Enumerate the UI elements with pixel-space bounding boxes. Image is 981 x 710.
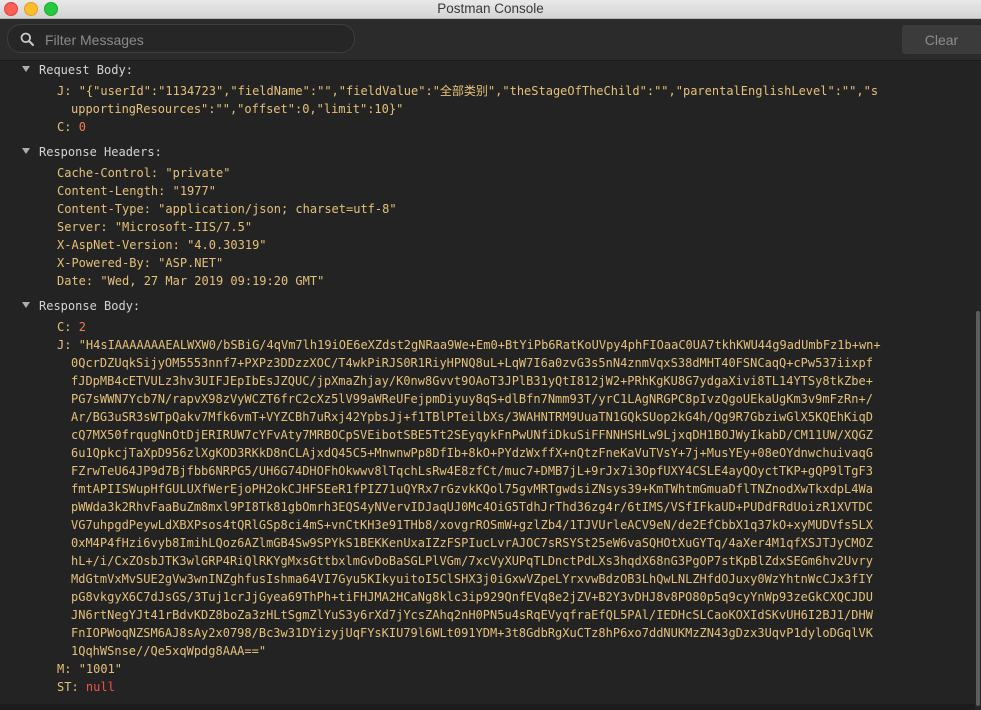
response-body-json-line: hL+/i/CxZOsbJTK3wlGRP4RiQlRKYgMxsGttbxlm…	[71, 554, 873, 568]
request-body-json-line1: "{"userId":"1134723","fieldName":"","fie…	[78, 84, 879, 98]
header-value: "Wed, 27 Mar 2019 09:19:20 GMT"	[100, 274, 325, 288]
console-toolbar: Clear	[0, 19, 981, 61]
response-body-json-line: cQ7MX50frqugNnOtDjERIRUW7cYFvAty7MRBOCpS…	[71, 428, 873, 442]
vertical-scrollbar[interactable]	[975, 61, 981, 710]
header-value: "Microsoft-IIS/7.5"	[114, 220, 253, 234]
header-row: Content-Length: "1977"	[57, 182, 216, 200]
window-title: Postman Console	[437, 1, 544, 16]
st-key: ST:	[57, 680, 79, 694]
collapse-toggle-icon[interactable]	[22, 148, 30, 154]
response-body-json-line: 0xM4P4fHzi6vyb8ImihLQoz6AZlmGB4Sw9SPYkS1…	[71, 536, 873, 550]
header-row: Server: "Microsoft-IIS/7.5"	[57, 218, 252, 236]
header-key: Date:	[57, 274, 94, 288]
request-body-json-line2: upportingResources":"","offset":0,"limit…	[71, 102, 404, 116]
next-message-edge	[0, 704, 975, 710]
header-value: "private"	[165, 166, 231, 180]
response-body-json-line: fmtAPIISWupHfGULUXfWerEjoPH2okCJHFSEeR1f…	[71, 482, 873, 496]
header-key: Server:	[57, 220, 108, 234]
header-row: Date: "Wed, 27 Mar 2019 09:19:20 GMT"	[57, 272, 324, 290]
collapse-toggle-icon[interactable]	[22, 302, 30, 308]
header-key: Content-Type:	[57, 202, 151, 216]
m-value: "1001"	[78, 662, 123, 676]
response-body-c-row: C: 2	[57, 318, 86, 336]
response-body-json-line: 1QqhWSnse//Qe5xqWpdg8AAA=="	[71, 644, 267, 658]
response-body-json-line: "H4sIAAAAAAAEALWXW0/bSBiG/4qVm7lh19iOE6e…	[78, 338, 881, 352]
request-body-section: Request Body: J: "{"userId":"1134723","f…	[0, 61, 975, 141]
request-body-c-row: C: 0	[57, 118, 86, 136]
header-row: X-AspNet-Version: "4.0.30319"	[57, 236, 267, 254]
c-value: 2	[78, 320, 86, 334]
response-body-json-line: VG7uhpgdPeywLdXBXPsos4tQRlGSp8ci4mS+vnCt…	[71, 518, 873, 532]
response-body-json-line: 0QcrDZUqkSijyOM5553nnf7+PXPz3DDzzXOC/T4w…	[71, 356, 873, 370]
c-key: C:	[57, 120, 72, 134]
c-key: C:	[57, 320, 72, 334]
request-body-json-row: J: "{"userId":"1134723","fieldName":"","…	[57, 82, 878, 100]
scrollbar-thumb[interactable]	[976, 311, 980, 706]
header-value: "4.0.30319"	[187, 238, 267, 252]
response-body-json-line: fJDpMB4cETVULz3hv3UIFJEpIbEsJZQUC/jpXmaZ…	[71, 374, 873, 388]
c-value: 0	[78, 120, 86, 134]
console-log[interactable]: Request Body: J: "{"userId":"1134723","f…	[0, 61, 975, 710]
collapse-toggle-icon[interactable]	[22, 66, 30, 72]
filter-messages-box[interactable]	[7, 24, 355, 53]
header-key: X-Powered-By:	[57, 256, 151, 270]
response-body-json-line: 6u1QpkcjTaXpD956zlXgKOD3RKkD8nCLAjxdQ45C…	[71, 446, 873, 460]
header-value: "1977"	[172, 184, 216, 198]
json-key: J:	[57, 338, 72, 352]
response-body-json-line: pG8vkgyX6C7dJsGS/3Tuj1crJjGyea69ThPh+tiF…	[71, 590, 873, 604]
response-body-json-line: PG7sWWN7Ycb7N/rapvX98zVyWCZT6frC2cXz5lV9…	[71, 392, 873, 406]
response-body-m-row: M: "1001"	[57, 660, 122, 678]
search-icon	[20, 32, 34, 46]
response-headers-header[interactable]: Response Headers:	[39, 143, 162, 161]
close-window-button[interactable]	[4, 2, 18, 16]
header-value: "application/json; charset=utf-8"	[158, 202, 397, 216]
minimize-window-button[interactable]	[24, 2, 38, 16]
request-body-header[interactable]: Request Body:	[39, 61, 133, 79]
json-key: J:	[57, 84, 72, 98]
response-body-json-row: J: "H4sIAAAAAAAEALWXW0/bSBiG/4qVm7lh19iO…	[57, 336, 881, 354]
response-body-json-line: Ar/BG3uSR3sWTpQakv7Mfk6vmT+VYZCBh7uRxj42…	[71, 410, 873, 424]
header-value: "ASP.NET"	[158, 256, 224, 270]
header-row: Cache-Control: "private"	[57, 164, 230, 182]
response-body-json-line: JN6rtNegYJt41rBdvKDZ8boZa3zHLtSgmZlYuS3y…	[71, 608, 873, 622]
m-key: M:	[57, 662, 72, 676]
header-key: Content-Length:	[57, 184, 166, 198]
header-row: X-Powered-By: "ASP.NET"	[57, 254, 223, 272]
response-body-section: Response Body: C: 2 J: "H4sIAAAAAAAEALWX…	[0, 297, 975, 697]
response-body-st-row: ST: null	[57, 678, 115, 696]
clear-button[interactable]: Clear	[902, 25, 981, 54]
header-key: Cache-Control:	[57, 166, 159, 180]
filter-messages-input[interactable]	[43, 28, 347, 51]
response-body-header[interactable]: Response Body:	[39, 297, 140, 315]
response-body-json-line: FnIOPWoqNZSM6AJ8sAy2x0798/Bc3w31DYizyjUq…	[71, 626, 873, 640]
response-body-json-line: MdGtmVxMvSUE2gVw3wnINZghfusIshma64VI7Gyu…	[71, 572, 873, 586]
response-body-json-line: FZrwTeU64JP9d7Bjfbb6NRPG5/UH6G74DHOFhOkw…	[71, 464, 873, 478]
st-value: null	[85, 680, 115, 694]
response-body-json-line: pWWda3k2RhvFaaBuZm8mxl9PI8Tk81gbOmrh3EQS…	[71, 500, 873, 514]
header-key: X-AspNet-Version:	[57, 238, 180, 252]
header-row: Content-Type: "application/json; charset…	[57, 200, 397, 218]
zoom-window-button[interactable]	[44, 2, 58, 16]
title-bar: Postman Console	[0, 0, 981, 19]
response-headers-section: Response Headers: Cache-Control: "privat…	[0, 143, 975, 293]
